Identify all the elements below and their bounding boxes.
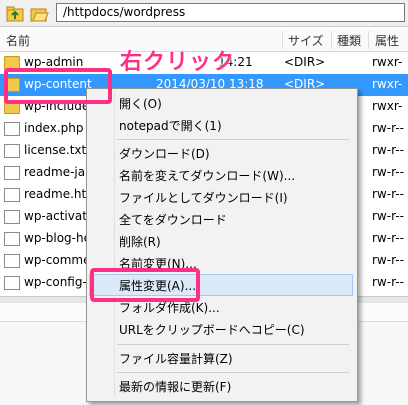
menu-item-label: URLをクリップボードへコピー(C) <box>119 323 305 337</box>
menu-separator <box>117 344 349 345</box>
menu-item-label: 全てをダウンロード <box>119 213 227 227</box>
file-attr: rwxr- <box>372 55 403 69</box>
file-icon <box>4 188 20 202</box>
file-attr: rw-r-- <box>372 165 404 179</box>
annotation-box-folder <box>4 68 112 104</box>
file-attr: rw-r-- <box>372 121 404 135</box>
file-icon <box>4 166 20 180</box>
column-header-size[interactable]: サイズ <box>288 32 324 49</box>
open-folder-icon <box>30 8 49 22</box>
address-bar[interactable]: /httpdocs/wordpress <box>56 3 405 22</box>
file-attr: rwxr- <box>372 77 403 91</box>
file-icon <box>4 144 20 158</box>
menu-item-label: ファイル容量計算(Z) <box>119 352 233 366</box>
menu-item-download[interactable]: ダウンロード(D) <box>89 142 353 164</box>
file-icon <box>4 232 20 246</box>
file-name: wp-admin <box>24 55 84 69</box>
file-attr: rw-r-- <box>372 187 404 201</box>
menu-item-label: 最新の情報に更新(F) <box>119 380 232 394</box>
file-icon <box>4 254 20 268</box>
file-name: wp-blog-he <box>24 231 91 245</box>
file-name: wp-activat <box>24 209 87 223</box>
column-header-name[interactable]: 名前 <box>6 32 30 49</box>
menu-item-open[interactable]: 開く(O) <box>89 92 353 114</box>
file-size: <DIR> <box>284 55 326 69</box>
menu-item-copy-url[interactable]: URLをクリップボードへコピー(C) <box>89 318 353 340</box>
file-name: license.txt <box>24 143 87 157</box>
menu-item-label: ファイルとしてダウンロード(I) <box>119 191 288 205</box>
menu-item-label: notepadで開く(1) <box>119 119 222 133</box>
menu-item-delete[interactable]: 削除(R) <box>89 230 353 252</box>
folder-up-icon <box>6 6 24 22</box>
file-name: readme.ht <box>24 187 87 201</box>
menu-item-download-rename[interactable]: 名前を変えてダウンロード(W)... <box>89 164 353 186</box>
file-attr: rw-r-- <box>372 253 404 267</box>
menu-item-label: 削除(R) <box>119 235 161 249</box>
menu-item-label: 開く(O) <box>119 97 162 111</box>
menu-separator <box>117 372 349 373</box>
menu-item-label: ダウンロード(D) <box>119 147 210 161</box>
parent-folder-button[interactable] <box>4 3 26 25</box>
file-icon <box>4 122 20 136</box>
file-icon <box>4 276 20 290</box>
open-folder-button[interactable] <box>28 3 50 25</box>
menu-item-open-notepad[interactable]: notepadで開く(1) <box>89 114 353 136</box>
file-name: wp-config- <box>24 275 87 289</box>
menu-item-refresh[interactable]: 最新の情報に更新(F) <box>89 375 353 397</box>
menu-item-download-all[interactable]: 全てをダウンロード <box>89 208 353 230</box>
file-icon <box>4 210 20 224</box>
toolbar: /httpdocs/wordpress <box>0 0 408 27</box>
file-attr: rw-r-- <box>372 209 404 223</box>
menu-item-label: 名前を変えてダウンロード(W)... <box>119 169 296 183</box>
menu-item-download-as-file[interactable]: ファイルとしてダウンロード(I) <box>89 186 353 208</box>
context-menu: 開く(O) notepadで開く(1) ダウンロード(D) 名前を変えてダウンロ… <box>86 88 358 402</box>
menu-item-calc-size[interactable]: ファイル容量計算(Z) <box>89 347 353 369</box>
right-click-annotation: 右クリック <box>120 50 236 75</box>
column-header-attr[interactable]: 属性 <box>375 32 399 49</box>
column-header-type[interactable]: 種類 <box>337 32 361 49</box>
file-name: wp-comme <box>24 253 91 267</box>
file-attr: rw-r-- <box>372 231 404 245</box>
file-name: index.php <box>24 121 84 135</box>
file-attr: rw-r-- <box>372 143 404 157</box>
file-attr: rwxr- <box>372 99 403 113</box>
file-attr: rw-r-- <box>372 275 404 289</box>
file-name: readme-ja <box>24 165 86 179</box>
annotation-box-menu-item <box>90 268 200 302</box>
menu-separator <box>117 139 349 140</box>
